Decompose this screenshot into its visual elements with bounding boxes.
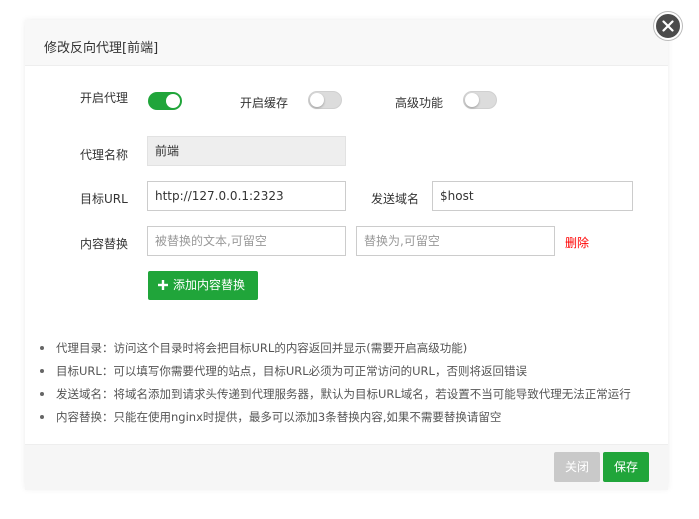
dialog-header: 修改反向代理[前端] (25, 20, 668, 66)
enable-cache-toggle[interactable] (308, 91, 342, 109)
bullet-icon (40, 392, 44, 396)
advanced-label: 高级功能 (395, 96, 444, 110)
dialog-title: 修改反向代理[前端] (44, 41, 159, 56)
bullet-icon (40, 369, 44, 373)
add-replace-button[interactable]: 添加内容替换 (148, 271, 258, 300)
tip-text: 目标URL：可以填写你需要代理的站点，目标URL必须为可正常访问的URL，否则将… (56, 364, 527, 378)
tip-text: 代理目录：访问这个目录时将会把目标URL的内容返回并显示(需要开启高级功能) (56, 341, 468, 355)
tip-item: 代理目录：访问这个目录时将会把目标URL的内容返回并显示(需要开启高级功能) (40, 338, 631, 361)
advanced-toggle[interactable] (463, 91, 497, 109)
replace-to-input[interactable] (356, 226, 555, 256)
tip-item: 内容替换：只能在使用nginx时提供，最多可以添加3条替换内容,如果不需要替换请… (40, 407, 631, 430)
save-button[interactable]: 保存 (603, 452, 649, 482)
toggle-knob (166, 94, 180, 108)
target-url-input[interactable] (147, 181, 346, 211)
send-domain-label: 发送域名 (371, 192, 420, 206)
enable-proxy-label: 开启代理 (80, 91, 129, 105)
close-icon[interactable] (654, 12, 682, 40)
tip-item: 发送域名：将域名添加到请求头传递到代理服务器，默认为目标URL域名，若设置不当可… (40, 384, 631, 407)
tip-item: 目标URL：可以填写你需要代理的站点，目标URL必须为可正常访问的URL，否则将… (40, 361, 631, 384)
add-replace-label: 添加内容替换 (173, 278, 246, 292)
replace-from-input[interactable] (147, 226, 346, 256)
content-replace-label: 内容替换 (80, 237, 129, 251)
toggle-knob (310, 93, 324, 107)
close-button[interactable]: 关闭 (554, 452, 600, 482)
tip-text: 内容替换：只能在使用nginx时提供，最多可以添加3条替换内容,如果不需要替换请… (56, 410, 502, 424)
send-domain-input[interactable] (432, 181, 633, 211)
tip-text: 发送域名：将域名添加到请求头传递到代理服务器，默认为目标URL域名，若设置不当可… (56, 387, 631, 401)
reverse-proxy-dialog: 修改反向代理[前端] 开启代理 开启缓存 高级功能 代理名称 前端 目标URL … (25, 20, 668, 490)
target-url-label: 目标URL (80, 192, 128, 206)
proxy-name-label: 代理名称 (80, 148, 129, 162)
bullet-icon (40, 415, 44, 419)
delete-replace-link[interactable]: 删除 (565, 234, 589, 251)
proxy-name-field: 前端 (147, 136, 346, 166)
plus-icon (158, 272, 168, 290)
tips-list: 代理目录：访问这个目录时将会把目标URL的内容返回并显示(需要开启高级功能) 目… (40, 338, 631, 430)
enable-cache-label: 开启缓存 (240, 96, 289, 110)
toggle-knob (465, 93, 479, 107)
dialog-footer: 关闭 保存 (25, 444, 668, 490)
enable-proxy-toggle[interactable] (148, 92, 182, 110)
bullet-icon (40, 346, 44, 350)
